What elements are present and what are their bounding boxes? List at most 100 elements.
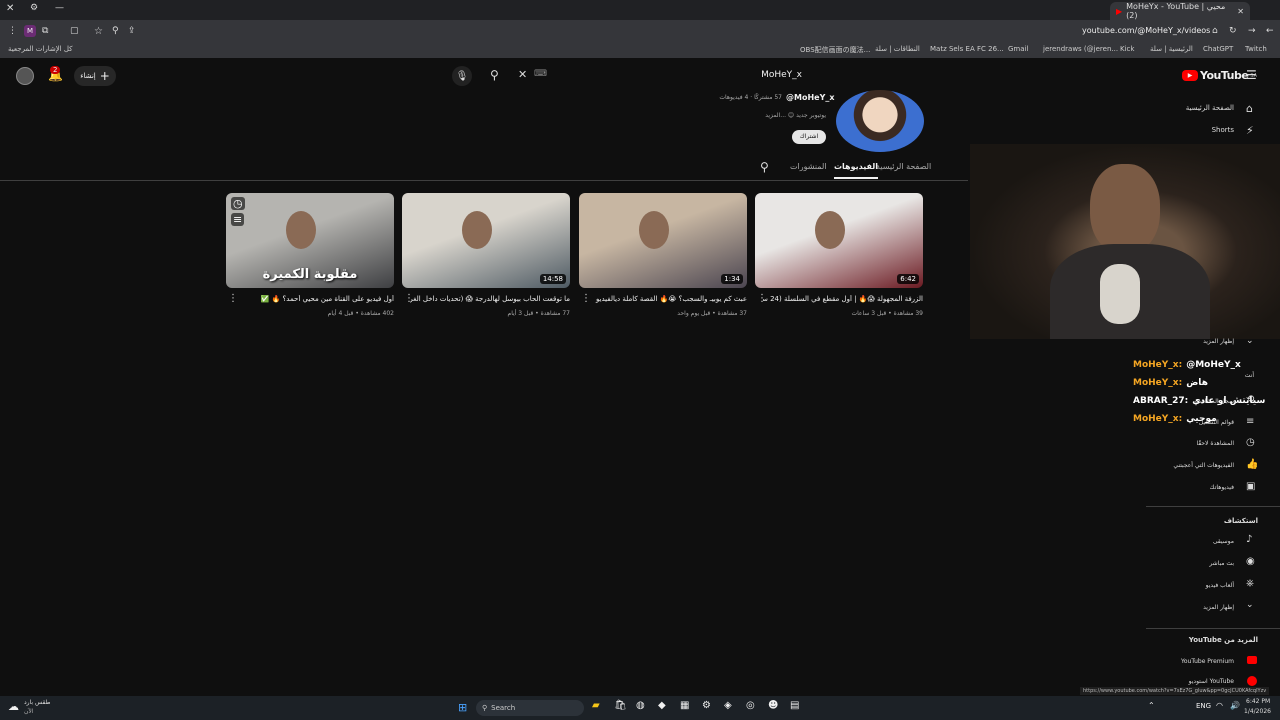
app-icon[interactable]: ▦ bbox=[680, 700, 689, 711]
tab-posts[interactable]: المنشورات bbox=[790, 162, 827, 171]
chevron-down-icon[interactable]: ⌄ bbox=[1246, 600, 1254, 610]
weather-label[interactable]: طقس بارد bbox=[24, 699, 50, 706]
store-icon[interactable]: 🛍 bbox=[614, 700, 627, 711]
clock-date[interactable]: 1/4/2026 bbox=[1244, 708, 1271, 715]
bookmark-item[interactable]: Kick bbox=[1120, 45, 1134, 53]
search-lens-icon[interactable]: ⚲ bbox=[112, 26, 119, 36]
reload-icon[interactable]: ↻ bbox=[1229, 26, 1237, 36]
like-icon[interactable]: 👍 bbox=[1246, 459, 1258, 470]
youtube-studio-icon[interactable] bbox=[1247, 676, 1257, 686]
hamburger-menu-icon[interactable]: ☰ bbox=[1246, 68, 1257, 82]
video-title[interactable]: عبث كم يوبيـ والسجب؟ 😭🔥 القصة كاملة ديال… bbox=[587, 295, 747, 303]
sidepanel-icon[interactable]: ▢ bbox=[70, 26, 79, 36]
playlists-icon[interactable]: ≡ bbox=[1246, 416, 1254, 427]
bookmark-item[interactable]: كل الإشارات المرجعية bbox=[8, 45, 73, 53]
bookmark-item[interactable]: Matz Sels EA FC 26... bbox=[930, 45, 1004, 53]
add-to-queue-icon[interactable]: ≡ bbox=[231, 213, 245, 226]
taskbar-search[interactable]: ⚲ Search bbox=[476, 700, 584, 716]
active-tab[interactable]: ▶ MoHeYx - YouTube | محيي (2) ✕ bbox=[1110, 2, 1250, 20]
video-menu-icon[interactable]: ⋮ bbox=[404, 293, 414, 304]
sidebar-show-more[interactable]: إظهار المزيد bbox=[1203, 338, 1234, 345]
sidebar-gaming[interactable]: ألعاب فيديو bbox=[1206, 582, 1234, 589]
channel-search-icon[interactable]: ⚲ bbox=[760, 160, 769, 174]
minimize-icon[interactable]: — bbox=[55, 3, 64, 13]
video-menu-icon[interactable]: ⋮ bbox=[228, 293, 238, 304]
watch-later-icon[interactable]: ◷ bbox=[231, 197, 245, 210]
back-icon[interactable]: ← bbox=[1266, 26, 1274, 36]
bookmark-item[interactable]: ChatGPT bbox=[1203, 45, 1233, 53]
bookmark-item[interactable]: Gmail bbox=[1008, 45, 1028, 53]
sidebar-liked[interactable]: الفيديوهات التي أعجبتني bbox=[1173, 462, 1234, 469]
video-title[interactable]: أول فيديو على القناة مين محيي أحمد؟ 🔥 ✅ bbox=[234, 295, 394, 303]
shorts-icon[interactable]: ⚡ bbox=[1246, 124, 1254, 137]
bookmark-item[interactable]: OBS配信画面の魔法... bbox=[800, 45, 870, 55]
menu-dots-icon[interactable]: ⋮ bbox=[8, 26, 17, 36]
language-indicator[interactable]: ENG bbox=[1196, 702, 1211, 710]
sidebar-show-more-2[interactable]: إظهار المزيد bbox=[1203, 604, 1234, 611]
sidebar-item-home[interactable]: الصفحة الرئيسية bbox=[1186, 104, 1234, 112]
clock-time[interactable]: 6:42 PM bbox=[1246, 698, 1270, 705]
browser-settings-icon[interactable]: ⚙ bbox=[30, 3, 38, 13]
subscribe-button[interactable]: اشتراك bbox=[792, 130, 826, 144]
tab-close-icon[interactable]: ✕ bbox=[1237, 7, 1244, 16]
chevron-down-icon[interactable]: ⌄ bbox=[1246, 336, 1254, 346]
sidebar-live[interactable]: بث مباشر bbox=[1209, 560, 1234, 567]
video-title[interactable]: ما توقعت الحاب بيوسل لهالدرجة 😱 (تحديات … bbox=[410, 295, 570, 303]
file-explorer-icon[interactable]: ▰ bbox=[592, 700, 600, 711]
video-thumbnail[interactable]: 14:58 bbox=[402, 193, 570, 288]
wifi-icon[interactable]: ◠ bbox=[1216, 701, 1223, 710]
video-thumbnail[interactable]: 1:34 bbox=[579, 193, 747, 288]
bookmark-item[interactable]: Twitch bbox=[1245, 45, 1267, 53]
tab-videos[interactable]: الفيديوهات bbox=[834, 162, 878, 179]
volume-icon[interactable]: 🔊 bbox=[1230, 701, 1240, 710]
sidebar-you[interactable]: أنت bbox=[1245, 372, 1254, 379]
weather-icon[interactable]: ☁ bbox=[8, 700, 19, 713]
obs-icon[interactable]: ◎ bbox=[746, 700, 755, 711]
sidebar-premium[interactable]: YouTube Premium bbox=[1181, 658, 1234, 665]
chrome-icon[interactable]: ◍ bbox=[636, 700, 645, 711]
settings-icon[interactable]: ⚙ bbox=[702, 700, 711, 711]
home-icon[interactable]: ⌂ bbox=[1212, 26, 1218, 36]
app-icon[interactable]: ◆ bbox=[658, 700, 666, 711]
voice-search-mic-icon[interactable]: 🎙 bbox=[452, 66, 472, 86]
forward-icon[interactable]: → bbox=[1248, 26, 1256, 36]
create-button[interactable]: إنشاء + bbox=[74, 66, 116, 86]
search-icon[interactable]: ⚲ bbox=[490, 68, 499, 82]
windows-start-icon[interactable]: ⊞ bbox=[458, 701, 467, 714]
watch-later-icon[interactable]: ◷ bbox=[1246, 437, 1255, 448]
tab-home[interactable]: الصفحة الرئيسية bbox=[876, 162, 931, 171]
sidebar-music[interactable]: موسيقى bbox=[1213, 538, 1234, 545]
video-menu-icon[interactable]: ⋮ bbox=[757, 293, 767, 304]
keyboard-icon[interactable]: ⌨ bbox=[534, 69, 547, 79]
url-field[interactable]: youtube.com/@MoHeY_x/videos bbox=[1082, 26, 1210, 35]
sidebar-item-shorts[interactable]: Shorts bbox=[1212, 126, 1234, 134]
your-videos-icon[interactable]: ▣ bbox=[1246, 481, 1255, 492]
clear-search-icon[interactable]: ✕ bbox=[518, 68, 527, 81]
bookmark-item[interactable]: jerendraws (@jeren... bbox=[1043, 45, 1118, 53]
extensions-icon[interactable]: ⧉ bbox=[42, 26, 48, 36]
bookmark-item[interactable]: النطاقات | سلة bbox=[875, 45, 920, 53]
video-thumbnail[interactable]: 6:42 bbox=[755, 193, 923, 288]
steam-icon[interactable]: ◈ bbox=[724, 700, 732, 711]
bookmark-item[interactable]: الرئيسية | سلة bbox=[1150, 45, 1193, 53]
video-menu-icon[interactable]: ⋮ bbox=[581, 293, 591, 304]
discord-icon[interactable]: ☻ bbox=[768, 700, 778, 711]
share-icon[interactable]: ⇪ bbox=[128, 26, 136, 36]
video-thumbnail[interactable]: مقلوبة الكميرة ◷ ≡ bbox=[226, 193, 394, 288]
tray-chevron-icon[interactable]: ⌃ bbox=[1148, 701, 1155, 710]
youtube-premium-icon[interactable] bbox=[1247, 656, 1257, 664]
bookmark-star-icon[interactable]: ☆ bbox=[94, 26, 103, 37]
sidebar-watch-later[interactable]: المشاهدة لاحقًا bbox=[1196, 440, 1234, 447]
channel-description[interactable]: يوتيوبر جديد 😊 ...المزيد bbox=[700, 112, 826, 119]
video-title[interactable]: الزرفة المجهولة 😱🔥 | أول مقطع في السلسلة… bbox=[763, 295, 923, 303]
channel-avatar[interactable] bbox=[836, 90, 924, 152]
music-icon[interactable]: ♪ bbox=[1246, 534, 1252, 545]
sidebar-studio[interactable]: YouTube استوديو bbox=[1189, 678, 1234, 685]
home-nav-icon[interactable]: ⌂ bbox=[1246, 102, 1253, 115]
close-icon[interactable]: ✕ bbox=[6, 3, 14, 14]
gaming-icon[interactable]: ⎈ bbox=[1246, 578, 1254, 589]
sidebar-your-videos[interactable]: فيديوهاتك bbox=[1210, 484, 1234, 491]
search-input[interactable]: MoHeY_x bbox=[560, 70, 802, 80]
profile-icon[interactable]: M bbox=[24, 25, 36, 37]
live-icon[interactable]: ◉ bbox=[1246, 556, 1255, 567]
